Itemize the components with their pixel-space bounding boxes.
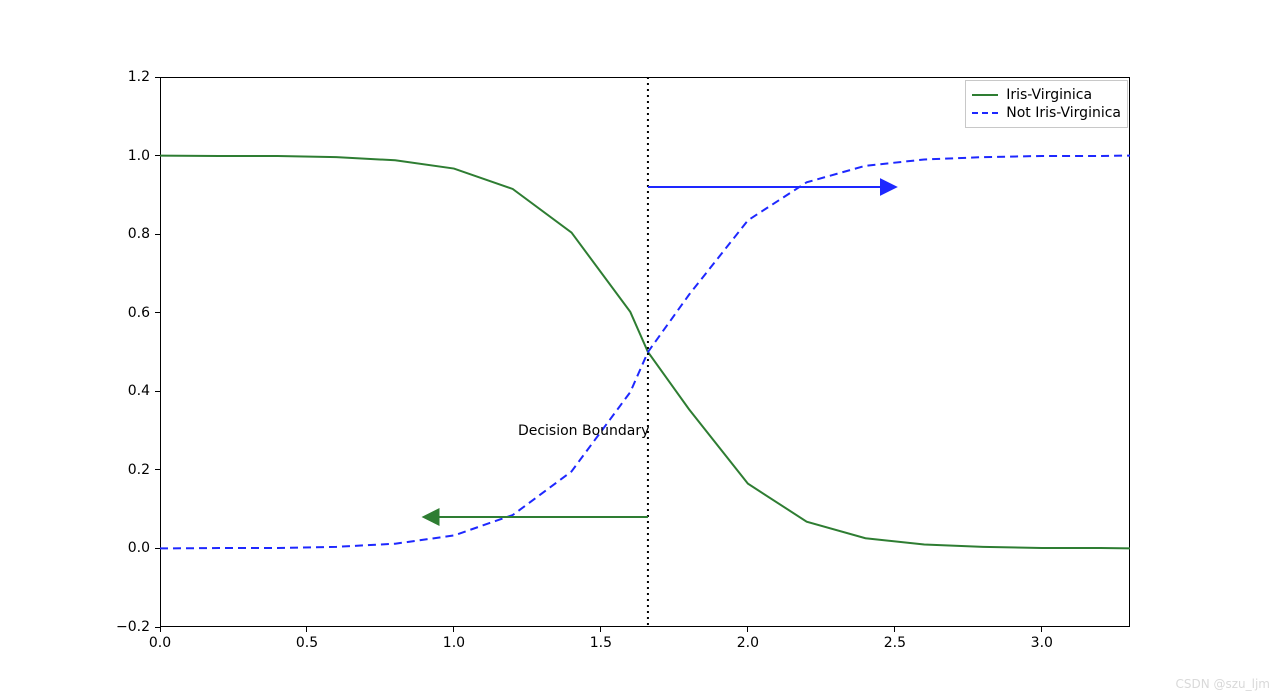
x-tick-mark	[1041, 627, 1042, 632]
y-tick-mark	[155, 234, 160, 235]
y-tick-label: 0.0	[128, 540, 150, 556]
y-tick-mark	[155, 548, 160, 549]
x-tick-mark	[747, 627, 748, 632]
legend-item-not-iris: Not Iris-Virginica	[972, 105, 1121, 121]
legend-label-iris: Iris-Virginica	[1006, 87, 1092, 103]
y-tick-mark	[155, 391, 160, 392]
legend-item-iris: Iris-Virginica	[972, 87, 1121, 103]
figure: Iris-Virginica Not Iris-Virginica Decisi…	[0, 0, 1280, 697]
y-tick-mark	[155, 627, 160, 628]
y-tick-label: 1.2	[128, 69, 150, 85]
series-iris-virginica	[160, 156, 1130, 549]
x-tick-label: 0.0	[149, 635, 171, 651]
x-tick-label: 0.5	[296, 635, 318, 651]
legend-label-not-iris: Not Iris-Virginica	[1006, 105, 1121, 121]
legend-swatch-not-iris	[972, 112, 998, 114]
x-tick-label: 3.0	[1031, 635, 1053, 651]
y-tick-label: 0.6	[128, 305, 150, 321]
y-tick-label: 0.4	[128, 383, 150, 399]
watermark: CSDN @szu_ljm	[1175, 677, 1270, 691]
y-tick-mark	[155, 312, 160, 313]
y-tick-label: −0.2	[116, 619, 150, 635]
y-tick-label: 0.8	[128, 226, 150, 242]
legend: Iris-Virginica Not Iris-Virginica	[965, 80, 1128, 128]
x-tick-mark	[306, 627, 307, 632]
x-tick-mark	[894, 627, 895, 632]
x-tick-mark	[160, 627, 161, 632]
legend-swatch-iris	[972, 94, 998, 96]
x-tick-label: 1.5	[590, 635, 612, 651]
y-tick-label: 0.2	[128, 462, 150, 478]
series-not-iris-virginica	[160, 156, 1130, 549]
decision-boundary-label: Decision Boundary	[518, 423, 649, 439]
x-tick-label: 2.5	[884, 635, 906, 651]
x-tick-label: 2.0	[737, 635, 759, 651]
x-tick-label: 1.0	[443, 635, 465, 651]
y-tick-mark	[155, 469, 160, 470]
y-tick-label: 1.0	[128, 148, 150, 164]
y-tick-mark	[155, 77, 160, 78]
x-tick-mark	[600, 627, 601, 632]
x-tick-mark	[453, 627, 454, 632]
y-tick-mark	[155, 155, 160, 156]
